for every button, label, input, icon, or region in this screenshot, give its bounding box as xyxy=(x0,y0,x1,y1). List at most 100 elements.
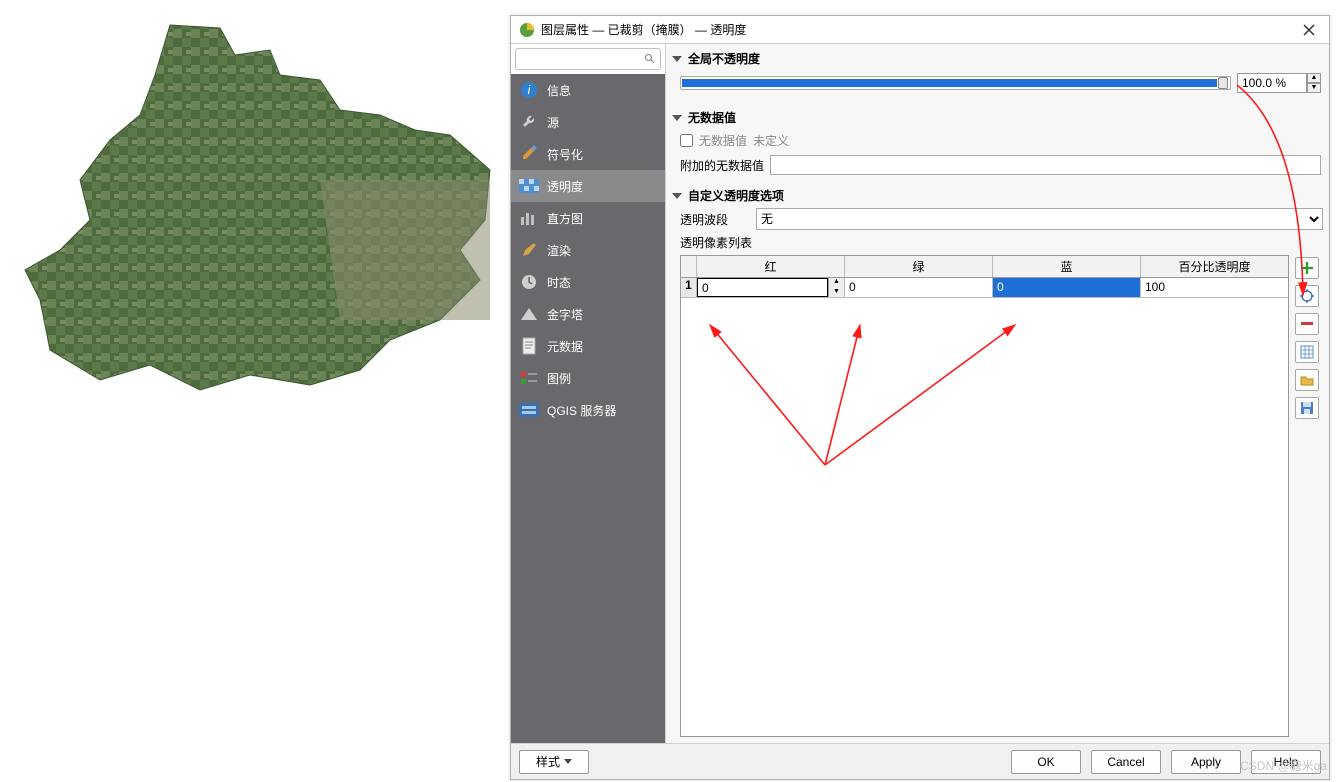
export-button[interactable] xyxy=(1295,397,1319,419)
cell-red[interactable]: 0 ▲▼ xyxy=(697,278,845,298)
cell-blue[interactable]: 0 xyxy=(993,278,1141,298)
content-pane: 全局不透明度 ▲▼ 无数据值 无数据值 未 xyxy=(666,44,1329,743)
nav-item-symbology[interactable]: 符号化 xyxy=(511,138,665,170)
layer-properties-dialog: 图层属性 — 已裁剪（掩膜） — 透明度 i 信息 源 xyxy=(510,15,1330,780)
nav-label: 透明度 xyxy=(547,178,583,195)
dialog-title: 图层属性 — 已裁剪（掩膜） — 透明度 xyxy=(541,21,1297,38)
nav-item-info[interactable]: i 信息 xyxy=(511,74,665,106)
section-nodata[interactable]: 无数据值 xyxy=(672,103,1323,128)
cell-spin[interactable]: ▲▼ xyxy=(828,278,844,297)
section-custom-transparency[interactable]: 自定义透明度选项 xyxy=(672,181,1323,206)
nav-label: QGIS 服务器 xyxy=(547,402,616,419)
nav-list: i 信息 源 符号化 透明度 直方图 xyxy=(511,74,665,743)
section-global-opacity[interactable]: 全局不透明度 xyxy=(672,44,1323,69)
nodata-checkbox[interactable] xyxy=(680,134,693,147)
opacity-spinbox[interactable]: ▲▼ xyxy=(1237,73,1321,93)
opacity-value-input[interactable] xyxy=(1237,73,1307,93)
plus-icon xyxy=(1300,261,1314,275)
col-red[interactable]: 红 xyxy=(697,256,845,277)
add-row-button[interactable] xyxy=(1295,257,1319,279)
section-title: 无数据值 xyxy=(688,109,736,126)
collapse-icon xyxy=(672,56,682,62)
col-percent[interactable]: 百分比透明度 xyxy=(1141,256,1288,277)
table-side-buttons xyxy=(1295,255,1323,737)
spin-buttons[interactable]: ▲▼ xyxy=(1307,73,1321,93)
nav-label: 金字塔 xyxy=(547,306,583,323)
slider-thumb[interactable] xyxy=(1218,77,1228,89)
clipped-raster-preview xyxy=(20,20,500,400)
cancel-button[interactable]: Cancel xyxy=(1091,750,1161,774)
nav-label: 信息 xyxy=(547,82,571,99)
spin-down-icon[interactable]: ▼ xyxy=(828,288,844,298)
info-icon: i xyxy=(519,80,539,100)
nav-item-temporal[interactable]: 时态 xyxy=(511,266,665,298)
collapse-icon xyxy=(672,115,682,121)
close-button[interactable] xyxy=(1297,20,1321,40)
style-menu-button[interactable]: 样式 xyxy=(519,750,589,774)
remove-row-button[interactable] xyxy=(1295,313,1319,335)
section-title: 自定义透明度选项 xyxy=(688,187,784,204)
pick-from-canvas-button[interactable] xyxy=(1295,285,1319,307)
clock-icon xyxy=(519,272,539,292)
sidebar-search xyxy=(511,44,665,74)
histogram-icon xyxy=(519,208,539,228)
table-corner xyxy=(681,256,697,277)
slider-track-fill xyxy=(682,79,1217,87)
nav-label: 元数据 xyxy=(547,338,583,355)
dialog-footer: 样式 OK Cancel Apply Help xyxy=(511,743,1329,779)
nav-item-pyramids[interactable]: 金字塔 xyxy=(511,298,665,330)
col-blue[interactable]: 蓝 xyxy=(993,256,1141,277)
section-title: 全局不透明度 xyxy=(688,50,760,67)
help-button[interactable]: Help xyxy=(1251,750,1321,774)
map-canvas xyxy=(0,0,510,782)
transparency-band-select[interactable]: 无 xyxy=(756,208,1323,230)
sidebar-search-input[interactable] xyxy=(515,48,661,70)
default-values-button[interactable] xyxy=(1295,341,1319,363)
nav-label: 符号化 xyxy=(547,146,583,163)
paint-icon xyxy=(519,240,539,260)
cell-green[interactable]: 0 xyxy=(845,278,993,298)
nav-label: 直方图 xyxy=(547,210,583,227)
transparent-pixel-table[interactable]: 红 绿 蓝 百分比透明度 1 0 ▲▼ xyxy=(680,255,1289,737)
chevron-down-icon xyxy=(564,759,572,764)
nav-item-rendering[interactable]: 渲染 xyxy=(511,234,665,266)
spin-down-icon[interactable]: ▼ xyxy=(1307,83,1321,93)
cell-percent[interactable]: 100 xyxy=(1141,278,1288,298)
transparency-band-label: 透明波段 xyxy=(680,211,750,228)
additional-nodata-input[interactable] xyxy=(770,155,1321,175)
spin-up-icon[interactable]: ▲ xyxy=(1307,73,1321,83)
nav-item-metadata[interactable]: 元数据 xyxy=(511,330,665,362)
server-icon xyxy=(519,400,539,420)
table-body: 1 0 ▲▼ 0 0 100 xyxy=(681,278,1288,736)
row-number[interactable]: 1 xyxy=(681,278,697,298)
wrench-icon xyxy=(519,112,539,132)
crosshair-icon xyxy=(1300,289,1314,303)
search-icon xyxy=(644,53,656,65)
qgis-logo-icon xyxy=(519,22,535,38)
nav-item-histogram[interactable]: 直方图 xyxy=(511,202,665,234)
ok-button[interactable]: OK xyxy=(1011,750,1081,774)
close-icon xyxy=(1303,24,1315,36)
nav-label: 时态 xyxy=(547,274,571,291)
apply-button[interactable]: Apply xyxy=(1171,750,1241,774)
table-header: 红 绿 蓝 百分比透明度 xyxy=(681,256,1288,278)
svg-text:i: i xyxy=(528,83,531,97)
table-row[interactable]: 1 0 ▲▼ 0 0 100 xyxy=(681,278,1288,298)
opacity-slider[interactable] xyxy=(680,76,1231,90)
import-button[interactable] xyxy=(1295,369,1319,391)
nav-item-legend[interactable]: 图例 xyxy=(511,362,665,394)
nodata-checkbox-label: 无数据值 xyxy=(699,132,747,149)
pyramid-icon xyxy=(519,304,539,324)
col-green[interactable]: 绿 xyxy=(845,256,993,277)
spin-up-icon[interactable]: ▲ xyxy=(828,278,844,288)
collapse-icon xyxy=(672,193,682,199)
nav-item-qgis-server[interactable]: QGIS 服务器 xyxy=(511,394,665,426)
nav-item-transparency[interactable]: 透明度 xyxy=(511,170,665,202)
nav-label: 图例 xyxy=(547,370,571,387)
pixel-list-label: 透明像素列表 xyxy=(680,234,1323,251)
transparency-icon xyxy=(519,176,539,196)
titlebar: 图层属性 — 已裁剪（掩膜） — 透明度 xyxy=(511,16,1329,44)
nav-label: 渲染 xyxy=(547,242,571,259)
grid-icon xyxy=(1300,345,1314,359)
nav-item-source[interactable]: 源 xyxy=(511,106,665,138)
